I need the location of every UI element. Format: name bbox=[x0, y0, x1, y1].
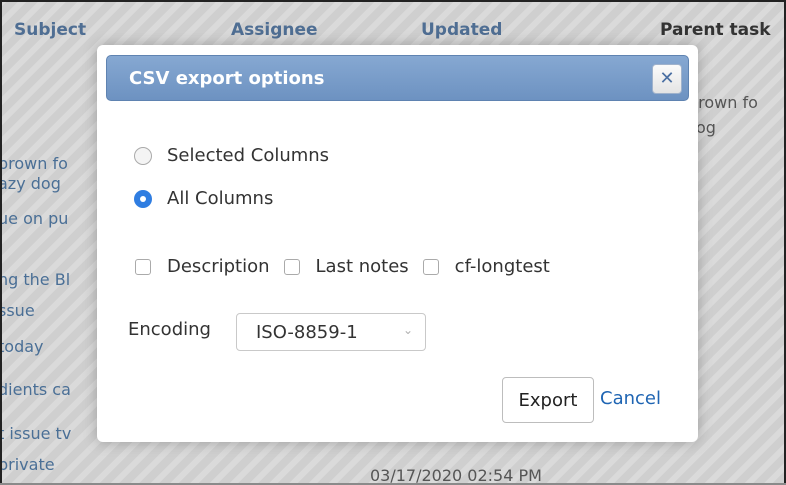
radio-label: Selected Columns bbox=[167, 145, 330, 166]
issue-subject-link[interactable]: t issue tv bbox=[0, 424, 71, 443]
parent-task-text: og bbox=[696, 118, 716, 137]
radio-selected-columns[interactable]: Selected Columns bbox=[134, 145, 329, 166]
close-icon: ✕ bbox=[659, 68, 675, 89]
issue-subject-link[interactable]: brown fo bbox=[0, 154, 68, 173]
column-header-subject[interactable]: Subject bbox=[14, 20, 86, 40]
parent-task-text: brown fo bbox=[688, 93, 758, 112]
encoding-value: ISO-8859-1 bbox=[256, 321, 358, 343]
encoding-label: Encoding bbox=[128, 319, 211, 340]
issue-subject-link[interactable]: dients ca bbox=[0, 380, 71, 399]
dialog-title-bar[interactable]: CSV export options ✕ bbox=[106, 55, 689, 101]
issue-subject-link[interactable]: today bbox=[0, 337, 44, 356]
checkbox-label-cf-longtest: cf-longtest bbox=[454, 256, 550, 277]
csv-export-dialog: CSV export options ✕ Selected Columns Al… bbox=[97, 45, 698, 442]
encoding-select[interactable]: ISO-8859-1 ⌄ bbox=[236, 313, 426, 351]
checkbox-description[interactable] bbox=[135, 258, 151, 275]
export-button[interactable]: Export bbox=[502, 377, 594, 423]
column-header-assignee[interactable]: Assignee bbox=[231, 20, 318, 40]
issue-subject-link[interactable]: azy dog bbox=[0, 174, 61, 193]
column-header-parent-task[interactable]: Parent task bbox=[660, 20, 771, 40]
issue-subject-link[interactable]: ue on pu bbox=[0, 209, 68, 228]
dialog-title: CSV export options bbox=[129, 68, 325, 89]
checkbox-label-last-notes: Last notes bbox=[315, 256, 409, 277]
option-checkboxes: Description Last notes cf-longtest bbox=[135, 256, 550, 277]
issue-subject-link[interactable]: ssue bbox=[0, 301, 35, 320]
close-button[interactable]: ✕ bbox=[652, 64, 682, 94]
radio-button-checked[interactable] bbox=[134, 189, 152, 208]
updated-date: 03/17/2020 02:54 PM bbox=[370, 466, 542, 485]
chevron-down-icon: ⌄ bbox=[402, 323, 413, 337]
issue-subject-link[interactable]: private bbox=[0, 455, 55, 474]
issue-subject-link[interactable]: ng the Bl bbox=[0, 270, 70, 289]
cancel-link[interactable]: Cancel bbox=[600, 388, 661, 409]
checkbox-label-description: Description bbox=[167, 256, 270, 277]
radio-label: All Columns bbox=[167, 188, 274, 209]
radio-button[interactable] bbox=[134, 146, 152, 165]
column-header-updated[interactable]: Updated bbox=[421, 20, 502, 40]
radio-all-columns[interactable]: All Columns bbox=[134, 188, 273, 209]
checkbox-last-notes[interactable] bbox=[283, 258, 300, 275]
checkbox-cf-longtest[interactable] bbox=[422, 258, 439, 275]
